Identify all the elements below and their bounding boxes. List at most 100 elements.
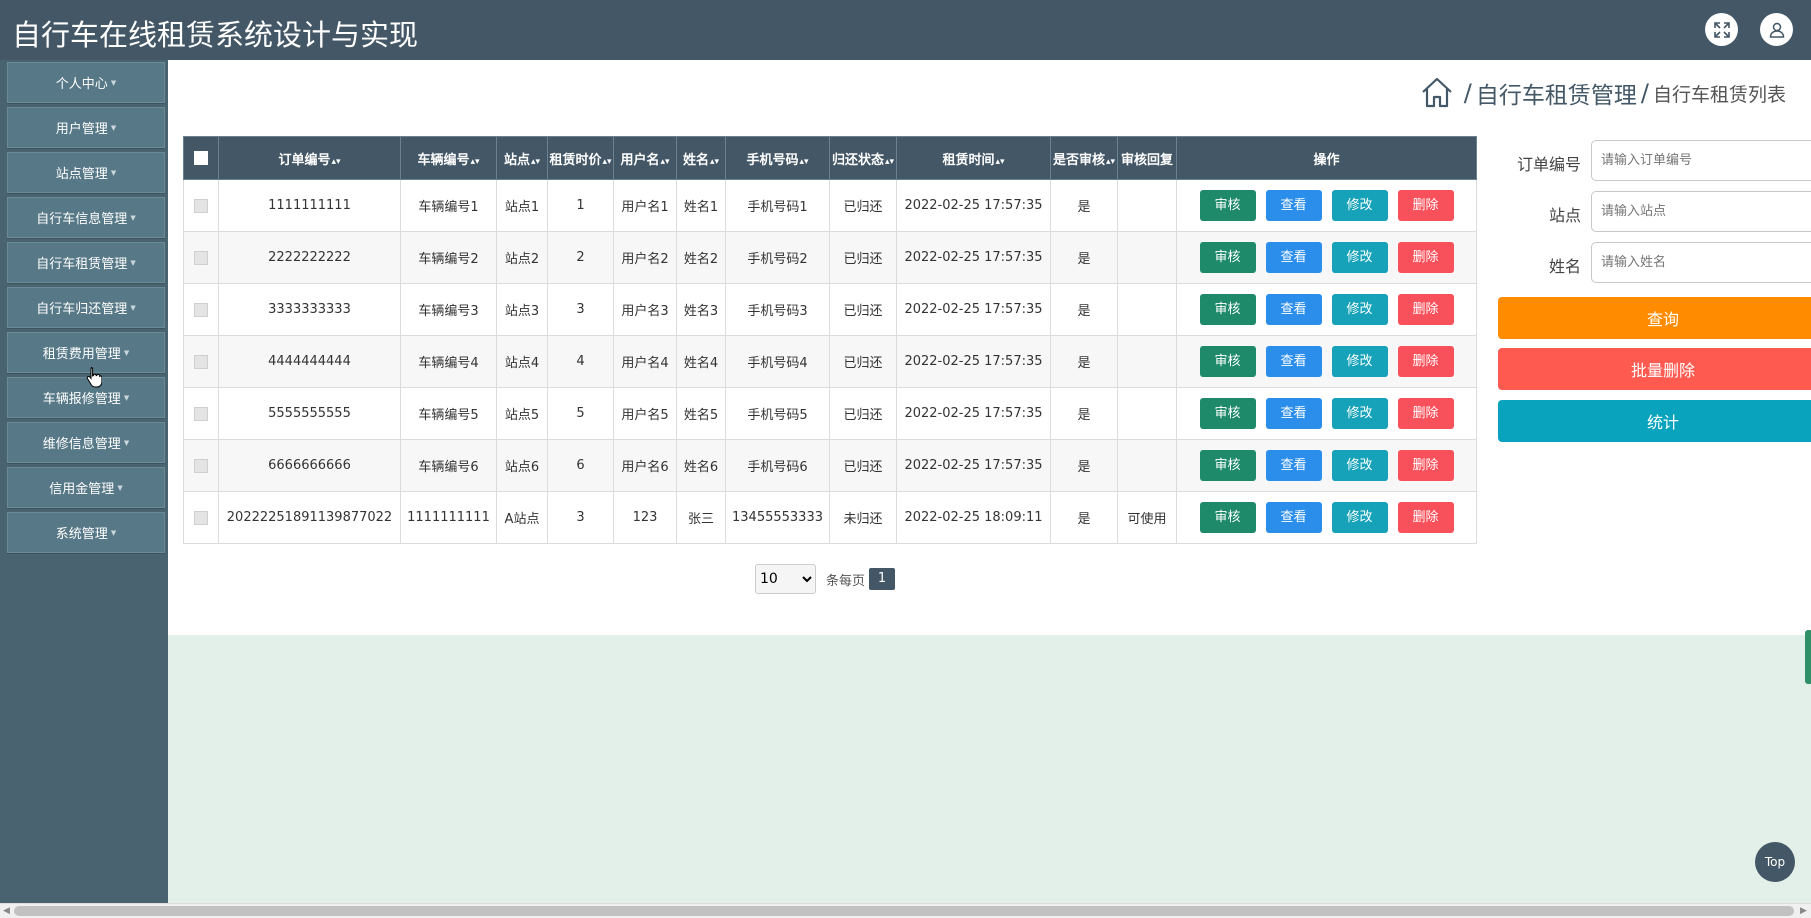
column-header[interactable]: 租赁时价▴▾ (547, 136, 614, 180)
row-select-cell[interactable] (183, 283, 219, 336)
row-checkbox[interactable] (194, 198, 208, 213)
view-button[interactable]: 查看 (1265, 294, 1322, 325)
row-select-cell[interactable] (183, 387, 219, 440)
column-header[interactable]: 用户名▴▾ (613, 136, 677, 180)
cell-audited: 是 (1050, 491, 1118, 544)
sidebar-item[interactable]: 系统管理 ▼ (7, 512, 165, 553)
audit-button[interactable]: 审核 (1199, 502, 1256, 533)
cell-phone: 手机号码4 (725, 335, 830, 388)
audit-button[interactable]: 审核 (1199, 294, 1256, 325)
page-size-select[interactable]: 10 (755, 564, 816, 594)
sidebar-item-label: 信用金管理 (49, 482, 115, 497)
sidebar-item[interactable]: 维修信息管理 ▼ (7, 422, 165, 463)
row-select-cell[interactable] (183, 179, 219, 232)
breadcrumb-section[interactable]: 自行车租赁管理 (1476, 76, 1637, 110)
edit-button[interactable]: 修改 (1331, 190, 1388, 221)
station-search-input[interactable] (1591, 191, 1811, 232)
view-button[interactable]: 查看 (1265, 190, 1322, 221)
column-header: 审核回复 (1117, 136, 1177, 180)
delete-button[interactable]: 删除 (1397, 294, 1454, 325)
row-checkbox[interactable] (194, 354, 208, 369)
row-checkbox[interactable] (194, 510, 208, 525)
delete-button[interactable]: 删除 (1397, 190, 1454, 221)
delete-button[interactable]: 删除 (1397, 398, 1454, 429)
cell-bike: 车辆编号2 (400, 231, 497, 284)
name-search-input[interactable] (1591, 242, 1811, 283)
row-actions: 审核 查看 修改 删除 (1176, 335, 1477, 388)
row-select-cell[interactable] (183, 231, 219, 284)
sidebar-item[interactable]: 个人中心 ▼ (7, 62, 165, 103)
column-header[interactable]: 归还状态▴▾ (829, 136, 897, 180)
scroll-right-icon[interactable]: ▶ (1800, 906, 1807, 916)
column-header[interactable]: 是否审核▴▾ (1050, 136, 1118, 180)
select-all-checkbox[interactable] (194, 151, 208, 165)
audit-button[interactable]: 审核 (1199, 190, 1256, 221)
delete-button[interactable]: 删除 (1397, 502, 1454, 533)
edit-button[interactable]: 修改 (1331, 242, 1388, 273)
cell-status: 已归还 (829, 387, 897, 440)
view-button[interactable]: 查看 (1265, 398, 1322, 429)
view-button[interactable]: 查看 (1265, 242, 1322, 273)
column-header[interactable]: 订单编号▴▾ (218, 136, 401, 180)
page-number-button[interactable]: 1 (869, 568, 896, 590)
audit-button[interactable]: 审核 (1199, 346, 1256, 377)
row-checkbox[interactable] (194, 406, 208, 421)
view-button[interactable]: 查看 (1265, 502, 1322, 533)
edit-button[interactable]: 修改 (1331, 346, 1388, 377)
edit-button[interactable]: 修改 (1331, 398, 1388, 429)
row-select-cell[interactable] (183, 491, 219, 544)
audit-button[interactable]: 审核 (1199, 242, 1256, 273)
sidebar-item[interactable]: 信用金管理 ▼ (7, 467, 165, 508)
row-checkbox[interactable] (194, 458, 208, 473)
column-header[interactable]: 手机号码▴▾ (725, 136, 830, 180)
sidebar-item[interactable]: 用户管理 ▼ (7, 107, 165, 148)
sort-icon: ▴▾ (660, 156, 670, 167)
column-header[interactable]: 姓名▴▾ (676, 136, 726, 180)
side-panel-handle[interactable] (1805, 630, 1811, 684)
scrollbar-thumb[interactable] (14, 906, 1794, 916)
back-to-top-button[interactable]: Top (1755, 842, 1795, 882)
statistics-button[interactable]: 统计 (1498, 400, 1811, 442)
select-all-header[interactable] (183, 136, 219, 180)
audit-button[interactable]: 审核 (1199, 398, 1256, 429)
horizontal-scrollbar[interactable]: ◀ ▶ (0, 903, 1811, 918)
search-button[interactable]: 查询 (1498, 297, 1811, 339)
breadcrumb-current-page: 自行车租赁列表 (1652, 83, 1786, 106)
row-checkbox[interactable] (194, 302, 208, 317)
delete-button[interactable]: 删除 (1397, 242, 1454, 273)
view-button[interactable]: 查看 (1265, 346, 1322, 377)
cell-order: 6666666666 (218, 439, 401, 492)
station-filter-label: 站点 (1548, 206, 1581, 225)
row-select-cell[interactable] (183, 439, 219, 492)
cell-price: 2 (547, 231, 614, 284)
view-button[interactable]: 查看 (1265, 450, 1322, 481)
delete-button[interactable]: 删除 (1397, 450, 1454, 481)
column-header[interactable]: 车辆编号▴▾ (400, 136, 497, 180)
sidebar-item[interactable]: 自行车租赁管理 ▼ (7, 242, 165, 283)
sidebar-item[interactable]: 自行车归还管理 ▼ (7, 287, 165, 328)
order-search-input[interactable] (1591, 140, 1811, 181)
sort-icon: ▴▾ (799, 156, 809, 167)
cell-username: 123 (613, 491, 677, 544)
scroll-left-icon[interactable]: ◀ (3, 906, 10, 916)
column-header[interactable]: 租赁时间▴▾ (896, 136, 1051, 180)
edit-button[interactable]: 修改 (1331, 502, 1388, 533)
cell-price: 6 (547, 439, 614, 492)
user-icon[interactable] (1760, 13, 1793, 46)
fullscreen-icon[interactable] (1705, 13, 1738, 46)
edit-button[interactable]: 修改 (1331, 450, 1388, 481)
batch-delete-button[interactable]: 批量删除 (1498, 348, 1811, 390)
row-select-cell[interactable] (183, 335, 219, 388)
column-header[interactable]: 站点▴▾ (496, 136, 548, 180)
sidebar-item[interactable]: 自行车信息管理 ▼ (7, 197, 165, 238)
edit-button[interactable]: 修改 (1331, 294, 1388, 325)
home-icon[interactable] (1420, 76, 1454, 110)
cell-bike: 车辆编号6 (400, 439, 497, 492)
delete-button[interactable]: 删除 (1397, 346, 1454, 377)
chevron-down-icon: ▼ (130, 258, 136, 267)
row-checkbox[interactable] (194, 250, 208, 265)
sidebar-item[interactable]: 站点管理 ▼ (7, 152, 165, 193)
sort-icon: ▴▾ (530, 156, 541, 167)
cell-reply (1117, 283, 1177, 336)
audit-button[interactable]: 审核 (1199, 450, 1256, 481)
